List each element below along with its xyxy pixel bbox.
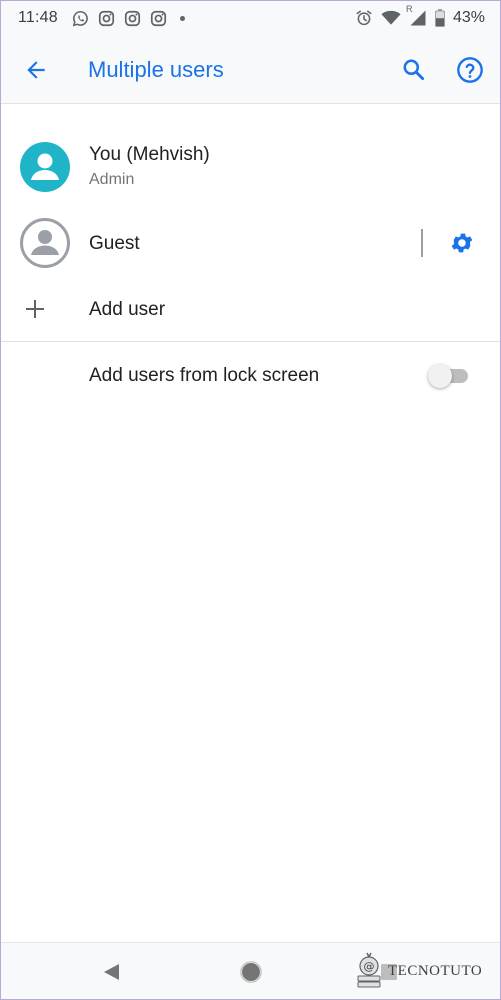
watermark-text: TECNOTUTO	[388, 962, 483, 979]
avatar	[20, 142, 70, 192]
toggle-thumb	[428, 364, 452, 388]
add-user-button[interactable]: Add user	[0, 282, 501, 336]
nav-back-button[interactable]	[101, 961, 123, 983]
watermark-logo-icon: @	[357, 952, 381, 988]
instagram-icon	[124, 10, 141, 27]
search-icon	[403, 59, 425, 81]
lock-screen-toggle[interactable]	[428, 364, 470, 388]
user-name: Guest	[89, 233, 140, 254]
watermark: @ TECNOTUTO	[354, 950, 482, 992]
status-time: 11:48	[18, 9, 58, 26]
add-user-label: Add user	[89, 299, 166, 320]
page-title: Multiple users	[88, 56, 224, 82]
wifi-icon	[381, 10, 401, 26]
nav-home-button[interactable]	[240, 961, 262, 983]
lock-screen-setting-row[interactable]: Add users from lock screen	[0, 350, 501, 402]
battery-icon	[434, 9, 445, 27]
guest-settings-button[interactable]	[446, 227, 478, 259]
search-button[interactable]	[396, 52, 432, 88]
section-divider	[0, 341, 501, 342]
divider	[421, 229, 423, 257]
instagram-icon	[150, 10, 167, 27]
help-icon	[457, 57, 483, 83]
arrow-left-icon	[27, 60, 45, 79]
status-bar: 11:48 R 43%	[0, 0, 501, 36]
battery-percent: 43%	[452, 9, 485, 26]
user-name: You (Mehvish)	[89, 144, 210, 165]
user-role: Admin	[89, 171, 135, 188]
user-row-you[interactable]: You (Mehvish) Admin	[0, 130, 501, 202]
roaming-indicator: R	[405, 4, 413, 14]
person-icon	[31, 230, 59, 255]
app-bar: Multiple users	[0, 36, 501, 104]
back-button[interactable]	[18, 52, 54, 88]
help-button[interactable]	[452, 52, 488, 88]
lock-screen-setting-label: Add users from lock screen	[89, 365, 320, 386]
signal-icon: R	[406, 4, 427, 27]
notification-icons	[72, 10, 185, 27]
svg-text:@: @	[364, 960, 375, 973]
plus-icon	[26, 300, 44, 318]
avatar	[20, 218, 70, 268]
whatsapp-icon	[72, 10, 89, 27]
more-notifications-dot	[179, 15, 185, 21]
circle-home-icon	[240, 961, 262, 983]
person-icon	[31, 153, 59, 180]
gear-icon	[451, 233, 473, 253]
instagram-icon	[98, 10, 115, 27]
alarm-icon	[355, 9, 373, 27]
user-row-guest[interactable]: Guest	[0, 212, 501, 274]
triangle-back-icon	[104, 964, 119, 980]
